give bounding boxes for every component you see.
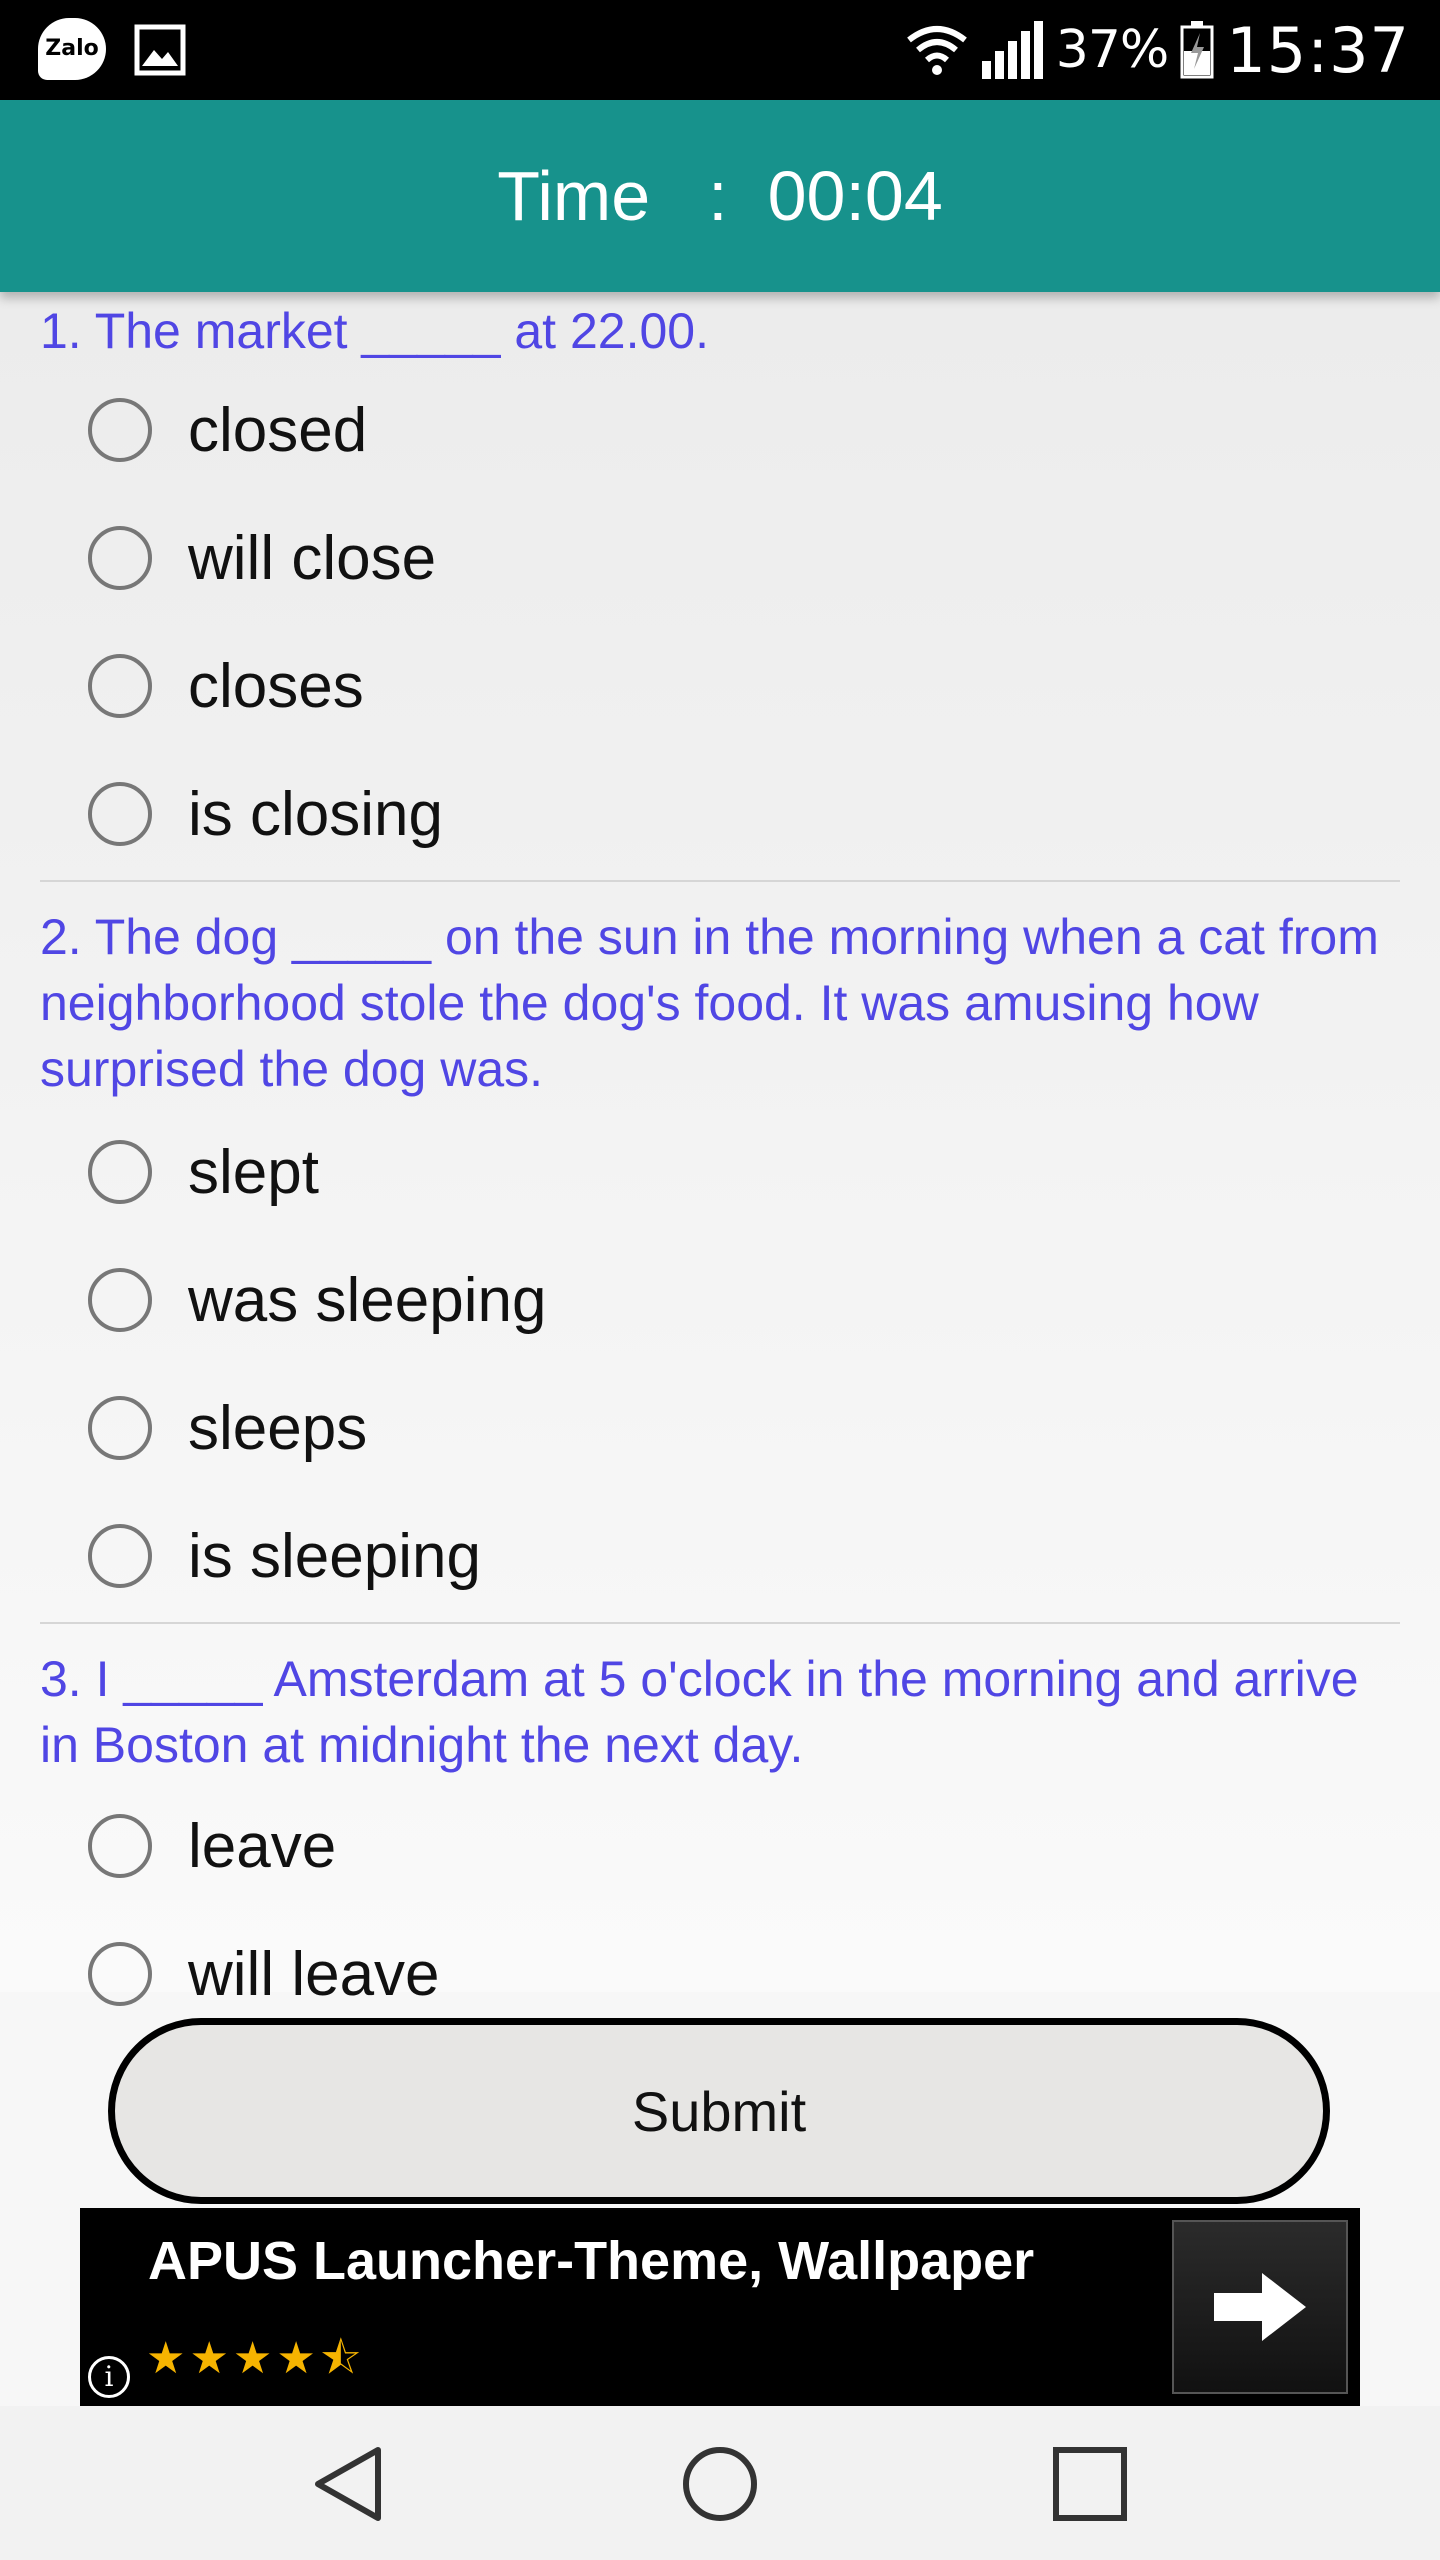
option-label: slept — [188, 1137, 319, 1207]
option-q3-leave[interactable]: leave — [0, 1782, 1440, 1910]
option-q1-closes[interactable]: closes — [0, 622, 1440, 750]
option-label: closes — [188, 651, 364, 721]
timer-value: 00:04 — [767, 157, 943, 235]
info-icon[interactable]: i — [88, 2356, 130, 2398]
option-label: is closing — [188, 779, 443, 849]
question-3-text: 3. I _____ Amsterdam at 5 o'clock in the… — [40, 1651, 1359, 1773]
option-q1-closed[interactable]: closed — [0, 366, 1440, 494]
option-q1-will-close[interactable]: will close — [0, 494, 1440, 622]
radio-button[interactable] — [88, 654, 152, 718]
radio-button[interactable] — [88, 398, 152, 462]
back-icon[interactable] — [310, 2444, 390, 2524]
ad-banner[interactable]: APUS Launcher-Theme, Wallpaper ★★★★⯪ i — [80, 2208, 1360, 2406]
gallery-icon — [134, 24, 186, 76]
status-indicators: 37% 15:37 — [906, 0, 1410, 100]
option-label: leave — [188, 1811, 337, 1881]
battery-icon — [1180, 21, 1214, 79]
status-bar: Zalo 37% 15:37 — [0, 0, 1440, 100]
wifi-icon — [906, 26, 967, 75]
option-label: was sleeping — [188, 1265, 547, 1335]
radio-button[interactable] — [88, 1268, 152, 1332]
option-q2-is-sleeping[interactable]: is sleeping — [0, 1492, 1440, 1620]
timer-header: Time : 00:04 — [0, 100, 1440, 292]
radio-button[interactable] — [88, 1140, 152, 1204]
zalo-icon: Zalo — [38, 18, 106, 80]
ad-arrow-button[interactable] — [1172, 2220, 1348, 2394]
radio-button[interactable] — [88, 1396, 152, 1460]
option-label: sleeps — [188, 1393, 368, 1463]
question-1-text: 1. The market _____ at 22.00. — [40, 303, 709, 359]
ad-rating-stars: ★★★★⯪ — [146, 2334, 366, 2383]
option-label: will leave — [188, 1939, 440, 2009]
quiz-list[interactable]: 1. The market _____ at 22.00. closed wil… — [0, 292, 1440, 2009]
arrow-right-icon — [1214, 2273, 1306, 2341]
radio-button[interactable] — [88, 1524, 152, 1588]
submit-button[interactable]: Submit — [108, 2018, 1330, 2204]
radio-button[interactable] — [88, 526, 152, 590]
navigation-bar — [0, 2406, 1440, 2560]
option-q2-slept[interactable]: slept — [0, 1108, 1440, 1236]
ad-title[interactable]: APUS Launcher-Theme, Wallpaper — [148, 2230, 1034, 2292]
clock: 15:37 — [1226, 13, 1410, 87]
radio-button[interactable] — [88, 1942, 152, 2006]
recents-icon[interactable] — [1050, 2444, 1130, 2524]
option-label: will close — [188, 523, 437, 593]
option-q2-sleeps[interactable]: sleeps — [0, 1364, 1440, 1492]
radio-button[interactable] — [88, 1814, 152, 1878]
timer-separator: : — [708, 157, 728, 235]
battery-percent: 37% — [1055, 20, 1170, 80]
radio-button[interactable] — [88, 782, 152, 846]
question-2-text: 2. The dog _____ on the sun in the morni… — [40, 909, 1379, 1097]
home-icon[interactable] — [680, 2444, 760, 2524]
timer-label: Time — [497, 157, 651, 235]
signal-icon — [981, 21, 1043, 79]
option-label: closed — [188, 395, 368, 465]
option-label: is sleeping — [188, 1521, 481, 1591]
option-q2-was-sleeping[interactable]: was sleeping — [0, 1236, 1440, 1364]
option-q1-is-closing[interactable]: is closing — [0, 750, 1440, 878]
